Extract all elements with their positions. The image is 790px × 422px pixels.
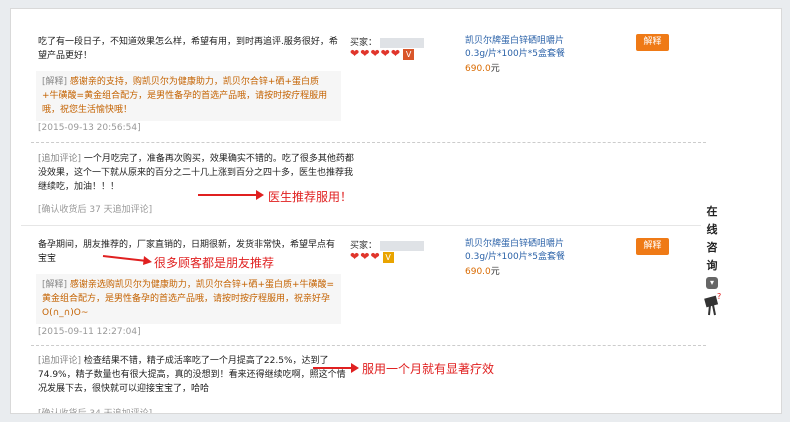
heart-icon: ❤	[380, 47, 390, 60]
svg-text:?: ?	[717, 292, 721, 301]
additional-review-label: [追加评论]	[38, 356, 82, 366]
product-spec: 0.3g/片*100片*5盒套餐	[465, 252, 565, 262]
explain-button[interactable]: 解释	[636, 238, 669, 255]
explanation-text: 感谢亲选购凯贝尔为健康助力，凯贝尔合锌+硒+蛋白质+牛磺酸=黄金组合配方，是男性…	[42, 280, 335, 318]
consult-char: 在	[706, 205, 718, 218]
product-link[interactable]: 凯贝尔牌蛋白锌硒咀嚼片	[465, 238, 564, 250]
explanation-label: [解释]	[42, 77, 68, 87]
divider	[31, 142, 706, 143]
heart-icon: ❤	[390, 47, 401, 60]
buyer-credit-hearts: ❤ ❤ ❤ ❤ ❤ V	[350, 47, 415, 60]
additional-review: [追加评论] 检查结果不错，精子成活率吃了一个月提高了22.5%，达到了74.9…	[38, 354, 353, 396]
annotation-arrow	[313, 363, 359, 373]
chevron-down-icon[interactable]: ▾	[706, 277, 718, 289]
review-date: [2015-09-11 12:27:04]	[38, 327, 141, 337]
divider	[31, 345, 706, 346]
seller-explanation: [解释] 感谢亲的支持，购凯贝尔为健康助力，凯贝尔合锌+硒+蛋白质+牛磺酸=黄金…	[36, 71, 341, 121]
explanation-text: 感谢亲的支持，购凯贝尔为健康助力，凯贝尔合锌+硒+蛋白质+牛磺酸=黄金组合配方，…	[42, 77, 328, 115]
price-value: 690.0	[465, 267, 491, 277]
price-value: 690.0	[465, 64, 491, 74]
heart-icon: ❤	[360, 47, 370, 60]
mascot-icon: ?	[704, 292, 721, 316]
online-consult-widget[interactable]: 在 线 咨 询 ▾ ?	[701, 203, 723, 343]
review-status: [确认收货后 37 天追加评论]	[38, 205, 153, 215]
consult-char: 线	[706, 223, 718, 236]
annotation-arrow	[102, 255, 152, 265]
vip-badge-icon: V	[382, 251, 394, 263]
product-link[interactable]: 凯贝尔牌蛋白锌硒咀嚼片	[465, 35, 564, 47]
product-price: 690.0元	[465, 61, 500, 74]
buyer-name-blurred	[380, 240, 425, 251]
annotation-arrow	[198, 190, 264, 200]
consult-char: 询	[706, 259, 718, 272]
seller-explanation: [解释] 感谢亲选购凯贝尔为健康助力，凯贝尔合锌+硒+蛋白质+牛磺酸=黄金组合配…	[36, 274, 341, 324]
product-spec: 0.3g/片*100片*5盒套餐	[465, 49, 565, 59]
review-date: [2015-09-13 20:56:54]	[38, 123, 141, 133]
explain-button[interactable]: 解释	[636, 34, 669, 51]
product-price: 690.0元	[465, 264, 500, 277]
heart-icon: ❤	[360, 250, 370, 263]
annotation-doctor-recommend: 医生推荐服用！	[268, 190, 353, 204]
vip-badge-icon: V	[403, 48, 415, 60]
buyer-credit-hearts: ❤ ❤ ❤ V	[350, 251, 394, 263]
price-unit: 元	[490, 64, 500, 74]
review-status: [确认收货后 34 天追加评论]	[38, 409, 153, 414]
heart-icon: ❤	[370, 250, 380, 263]
heart-icon: ❤	[370, 47, 380, 60]
additional-review-text: 检查结果不错，精子成活率吃了一个月提高了22.5%，达到了74.9%，精子数量也…	[38, 356, 346, 394]
additional-review-label: [追加评论]	[38, 154, 82, 164]
heart-icon: ❤	[350, 47, 360, 60]
explanation-label: [解释]	[42, 280, 68, 290]
heart-icon: ❤	[350, 250, 360, 263]
review-comment: 吃了有一段日子，不知道效果怎么样，希望有用，到时再追评.服务很好，希望产品更好！	[38, 37, 338, 61]
buyer-name-blurred	[380, 37, 425, 48]
annotation-significant-effect: 服用一个月就有显著疗效	[362, 362, 495, 376]
consult-char: 咨	[706, 241, 718, 254]
review-panel: 吃了有一段日子，不知道效果怎么样，希望有用，到时再追评.服务很好，希望产品更好！…	[10, 8, 782, 414]
annotation-friend-recommend: 很多顾客都是朋友推荐	[154, 256, 275, 270]
price-unit: 元	[490, 267, 500, 277]
divider	[21, 225, 706, 226]
additional-review-text: 一个月吃完了，准备再次购买，效果确实不错的。吃了很多其他药都没效果，这个一下就从…	[38, 154, 354, 192]
